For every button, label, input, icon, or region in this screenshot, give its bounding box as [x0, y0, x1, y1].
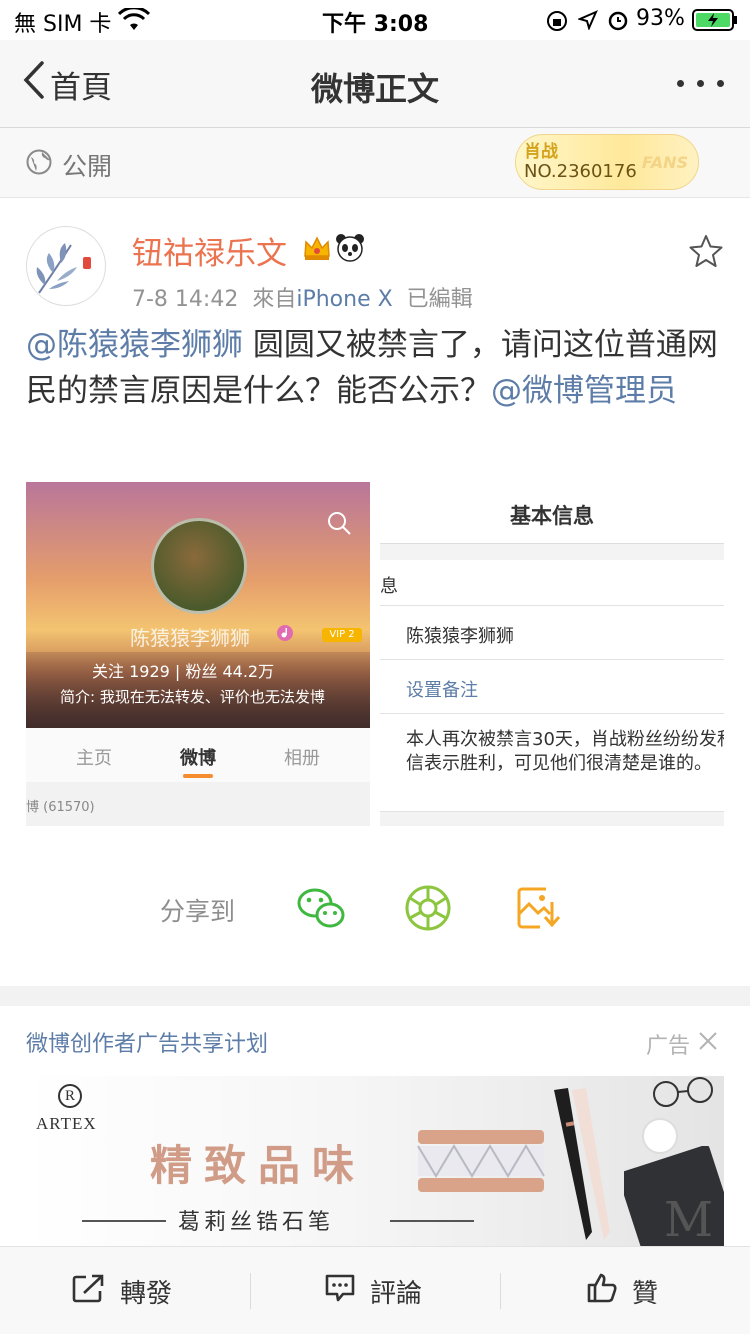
ad-rule-right	[390, 1220, 474, 1222]
search-icon	[326, 510, 352, 540]
location-icon	[577, 10, 598, 34]
repost-icon	[72, 1273, 106, 1310]
notebook-image: M	[617, 1144, 724, 1246]
profile-bio: 简介: 我现在无法转发、评价也无法发博	[60, 688, 325, 706]
ad-rule-left	[82, 1220, 166, 1222]
clock-time: 下午 3:08	[322, 12, 429, 37]
username[interactable]: 钮祜禄乐文	[132, 228, 287, 273]
pen-image	[546, 1082, 616, 1246]
profile-name: 陈猿猿李狮狮	[130, 626, 250, 650]
wifi-icon	[117, 6, 151, 36]
info-intro: 本人再次被禁言30天，肖战粉丝纷纷发私信表示胜利，可见他们很清楚是谁的。	[406, 729, 724, 774]
fans-badge[interactable]: 肖战 NO.2360176 FANS	[515, 134, 699, 190]
status-bar: 無 SIM 卡 下午 3:08 93%	[0, 0, 750, 40]
ad-subline: 葛莉丝锆石笔	[178, 1210, 335, 1235]
like-label: 贊	[632, 1278, 659, 1309]
svg-text:M: M	[664, 1192, 713, 1246]
post-source[interactable]: iPhone X	[296, 287, 392, 312]
info-row: 息	[380, 560, 724, 606]
info-remark: 设置备注	[406, 680, 478, 701]
info-fragment: 息	[380, 576, 398, 597]
info-row: 本人再次被禁言30天，肖战粉丝纷纷发私信表示胜利，可见他们很清楚是谁的。	[380, 714, 724, 812]
post-image-2[interactable]: 基本信息 息 陈猿猿李狮狮 设置备注 本人再次被禁言30天，肖战粉丝纷纷发私信表…	[380, 482, 724, 826]
bar-separator	[250, 1273, 251, 1309]
post-meta: 7-8 14:42 來自iPhone X 已編輯	[132, 281, 473, 313]
crown-badge-icon	[302, 234, 332, 266]
battery-percent: 93%	[636, 6, 685, 31]
more-menu-icon[interactable]	[677, 80, 724, 87]
edited-label[interactable]: 已編輯	[407, 287, 473, 312]
follow-stats: 关注 1929 | 粉丝 44.2万	[92, 662, 275, 681]
mention-link[interactable]: @微博管理员	[491, 373, 677, 409]
weibo-count: 博 (61570)	[26, 800, 95, 815]
comment-label: 評論	[370, 1278, 423, 1309]
like-button[interactable]: 贊	[586, 1273, 658, 1309]
vip-badge: VIP 2	[322, 628, 362, 642]
ad-banner[interactable]: R ARTEX 精致品味 葛莉丝锆石笔 M	[26, 1076, 724, 1246]
info-row: 陈猿猿李狮狮	[380, 606, 724, 660]
info-header: 基本信息	[380, 482, 724, 544]
bar-separator	[500, 1273, 501, 1309]
post-image-1[interactable]: 陈猿猿李狮狮 VIP 2 关注 1929 | 粉丝 44.2万 简介: 我现在无…	[26, 482, 370, 826]
close-icon[interactable]	[698, 1031, 718, 1055]
fans-badge-number: NO.2360176	[524, 161, 637, 182]
repost-label: 轉發	[120, 1278, 173, 1309]
ad-tag: 广告	[646, 1034, 691, 1059]
tab-underline	[183, 774, 213, 778]
rotation-lock-icon	[546, 10, 568, 36]
carrier-label: 無 SIM 卡	[14, 12, 112, 37]
panda-icon	[334, 232, 366, 266]
moments-icon[interactable]	[404, 884, 452, 932]
tab-album: 相册	[284, 748, 320, 769]
brand-logo-icon: R	[58, 1084, 82, 1108]
bottom-action-bar: 轉發 評論 贊	[0, 1246, 750, 1334]
page-title: 微博正文	[310, 70, 439, 108]
tab-home: 主页	[76, 748, 112, 769]
repost-button[interactable]: 轉發	[72, 1273, 172, 1309]
weibo-count-row: 博 (61570)	[26, 782, 370, 826]
thumbs-up-icon	[586, 1272, 618, 1311]
glasses-image	[646, 1076, 724, 1116]
post-date: 7-8 14:42	[132, 287, 239, 312]
star-icon[interactable]	[688, 234, 724, 272]
visibility-label: 公開	[62, 152, 113, 181]
battery-icon	[692, 9, 738, 35]
info-row: 设置备注	[380, 660, 724, 714]
wechat-icon[interactable]	[296, 884, 345, 932]
section-divider	[0, 986, 750, 1006]
tab-weibo: 微博	[180, 748, 216, 769]
alarm-icon	[606, 8, 630, 36]
ring-image	[416, 1128, 546, 1202]
music-badge-icon	[276, 624, 294, 646]
post-text: @陈猿猿李狮狮 圆圆又被禁言了，请问这位普通网民的禁言原因是什么？能否公示？@微…	[26, 322, 726, 414]
share-label: 分享到	[160, 897, 236, 926]
comment-icon	[324, 1273, 356, 1310]
nav-bar: 首頁 微博正文	[0, 40, 750, 128]
ad-title[interactable]: 微博创作者广告共享计划	[26, 1026, 268, 1058]
cup-image	[640, 1116, 680, 1160]
mention-link[interactable]: @陈猿猿李狮狮	[26, 327, 243, 363]
save-image-icon[interactable]	[514, 884, 562, 932]
info-name: 陈猿猿李狮狮	[406, 626, 514, 647]
info-header-title: 基本信息	[510, 504, 594, 528]
comment-button[interactable]: 評論	[324, 1273, 422, 1309]
globe-icon	[26, 149, 52, 179]
fans-badge-name: 肖战	[524, 142, 558, 162]
ad-brand: ARTEX	[36, 1114, 97, 1133]
avatar[interactable]	[26, 226, 106, 306]
fans-badge-mark: FANS	[641, 153, 688, 172]
profile-photo	[151, 518, 247, 614]
source-prefix: 來自	[252, 287, 297, 312]
ad-headline: 精致品味	[150, 1141, 367, 1190]
